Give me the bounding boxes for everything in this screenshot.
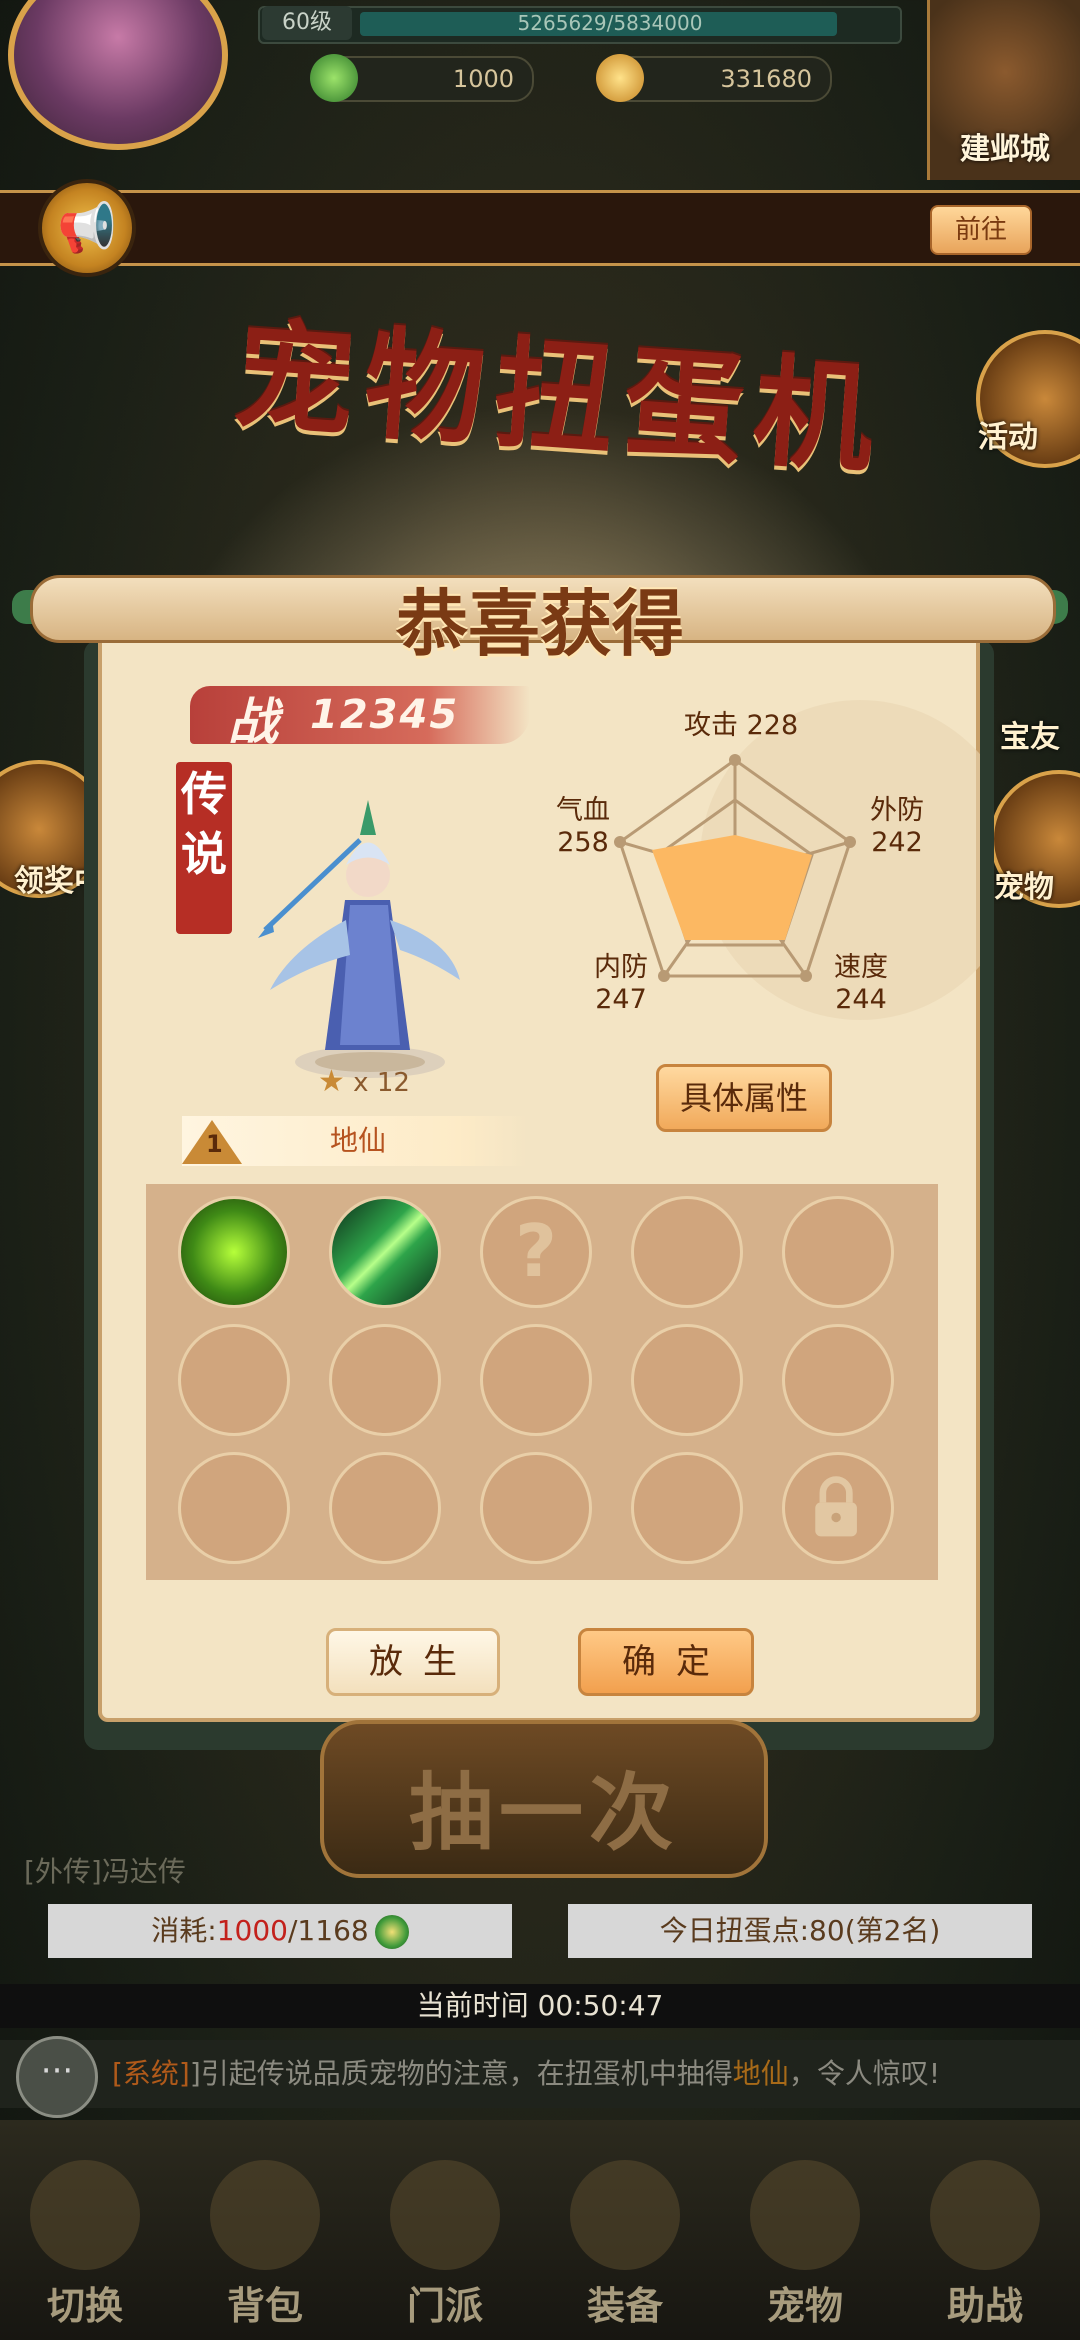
pet-figure bbox=[258, 800, 460, 1078]
rank-row: 1 地仙 bbox=[182, 1116, 528, 1166]
nav-assist[interactable]: 助战 bbox=[910, 2160, 1060, 2330]
stat-hp: 气血 258 bbox=[556, 795, 610, 858]
daily-points: 今日扭蛋点:80(第2名) bbox=[568, 1904, 1032, 1958]
detail-attributes-button[interactable]: 具体属性 bbox=[656, 1064, 832, 1132]
rank-icon-number: 1 bbox=[206, 1130, 223, 1158]
level-label: 60级 bbox=[262, 6, 352, 40]
skill-slot[interactable] bbox=[329, 1452, 441, 1564]
bottom-nav: 切换 背包 门派 装备 宠物 助战 bbox=[0, 2120, 1080, 2340]
goto-button[interactable]: 前往 bbox=[930, 205, 1032, 255]
exp-text: 5265629/5834000 bbox=[517, 11, 703, 35]
skill-slot[interactable] bbox=[480, 1452, 592, 1564]
jade-value: 1000 bbox=[452, 65, 514, 93]
city-button[interactable]: 建邺城 bbox=[927, 0, 1080, 180]
activity-label: 活动 bbox=[978, 420, 1038, 455]
nav-bag[interactable]: 背包 bbox=[190, 2160, 340, 2330]
star-count: ★ x 12 bbox=[318, 1064, 410, 1099]
skill-slot[interactable] bbox=[178, 1324, 290, 1436]
jade-coin-icon bbox=[374, 1915, 409, 1949]
legend-char-1: 传 bbox=[181, 767, 227, 821]
nav-pet[interactable]: 宠物 bbox=[730, 2160, 880, 2330]
gold-currency[interactable]: 331680 bbox=[596, 54, 832, 102]
skill-slot[interactable] bbox=[329, 1324, 441, 1436]
skill-slot-locked[interactable] bbox=[782, 1452, 894, 1564]
dialog-title: 恭喜获得 bbox=[395, 582, 684, 666]
lock-icon bbox=[815, 1476, 857, 1537]
sect-icon bbox=[390, 2160, 500, 2270]
stat-int-def: 内防 247 bbox=[594, 952, 648, 1015]
pet-icon bbox=[750, 2160, 860, 2270]
power-value: 12345 bbox=[310, 692, 460, 738]
power-prefix: 战 bbox=[228, 693, 278, 751]
rank-name: 地仙 bbox=[330, 1124, 387, 1157]
top-status-bar: 60级 5265629/5834000 1000 331680 建邺城 bbox=[0, 0, 1080, 180]
current-time: 当前时间 00:50:47 bbox=[0, 1984, 1080, 2028]
skill-slot[interactable] bbox=[631, 1324, 743, 1436]
jade-currency[interactable]: 1000 bbox=[310, 54, 534, 102]
skill-slot[interactable] bbox=[782, 1196, 894, 1308]
jade-icon bbox=[310, 54, 358, 102]
gold-icon bbox=[596, 54, 644, 102]
cost-box: 消耗:1000/1168 bbox=[48, 1904, 512, 1958]
pet-side-label: 宠物 bbox=[994, 870, 1054, 905]
system-message-bar[interactable]: ··· [系统]]引起传说品质宠物的注意，在扭蛋机中抽得地仙，令人惊叹! bbox=[0, 2036, 1080, 2118]
city-label: 建邺城 bbox=[960, 132, 1050, 167]
equipment-icon bbox=[570, 2160, 680, 2270]
notice-bar: 📢 前往 bbox=[0, 179, 1080, 277]
horn-icon[interactable]: 📢 bbox=[38, 179, 136, 277]
stat-attack: 攻击 228 bbox=[684, 710, 799, 741]
skill-grid bbox=[146, 1184, 938, 1580]
switch-icon bbox=[30, 2160, 140, 2270]
skill-slot[interactable] bbox=[480, 1324, 592, 1436]
player-avatar[interactable] bbox=[8, 0, 228, 150]
star-count-value: x 12 bbox=[353, 1068, 410, 1098]
skill-slot-unknown[interactable] bbox=[480, 1196, 592, 1308]
gold-value: 331680 bbox=[720, 65, 812, 93]
nav-switch[interactable]: 切换 bbox=[10, 2160, 160, 2330]
draw-once-label: 抽一次 bbox=[408, 1764, 679, 1862]
stat-ext-def: 外防 242 bbox=[870, 795, 924, 858]
skill-slot-1[interactable] bbox=[178, 1196, 290, 1308]
draw-once-button[interactable]: 抽一次 bbox=[320, 1720, 768, 1878]
legend-quality-tag: 传 说 bbox=[176, 762, 232, 934]
system-message: [系统]]引起传说品质宠物的注意，在扭蛋机中抽得地仙，令人惊叹! bbox=[112, 2057, 941, 2090]
friend-label: 宝友 bbox=[1000, 720, 1060, 755]
background-pet-name: [外传]冯达传 bbox=[24, 1855, 186, 1888]
star-icon: ★ bbox=[318, 1064, 345, 1099]
skill-slot-2[interactable] bbox=[329, 1196, 441, 1308]
stat-speed: 速度 244 bbox=[834, 952, 888, 1015]
stats-polygon bbox=[652, 835, 812, 940]
release-button[interactable]: 放生 bbox=[326, 1628, 500, 1696]
skill-slot[interactable] bbox=[782, 1324, 894, 1436]
confirm-button[interactable]: 确定 bbox=[578, 1628, 754, 1696]
rank-icon: 1 bbox=[182, 1120, 242, 1164]
assist-icon bbox=[930, 2160, 1040, 2270]
chat-icon[interactable]: ··· bbox=[16, 2036, 98, 2118]
bag-icon bbox=[210, 2160, 320, 2270]
nav-equipment[interactable]: 装备 bbox=[550, 2160, 700, 2330]
skill-slot[interactable] bbox=[631, 1452, 743, 1564]
power-banner: 战 12345 bbox=[190, 686, 530, 751]
legend-char-2: 说 bbox=[181, 827, 227, 881]
skill-slot[interactable] bbox=[178, 1452, 290, 1564]
nav-sect[interactable]: 门派 bbox=[370, 2160, 520, 2330]
skill-slot[interactable] bbox=[631, 1196, 743, 1308]
